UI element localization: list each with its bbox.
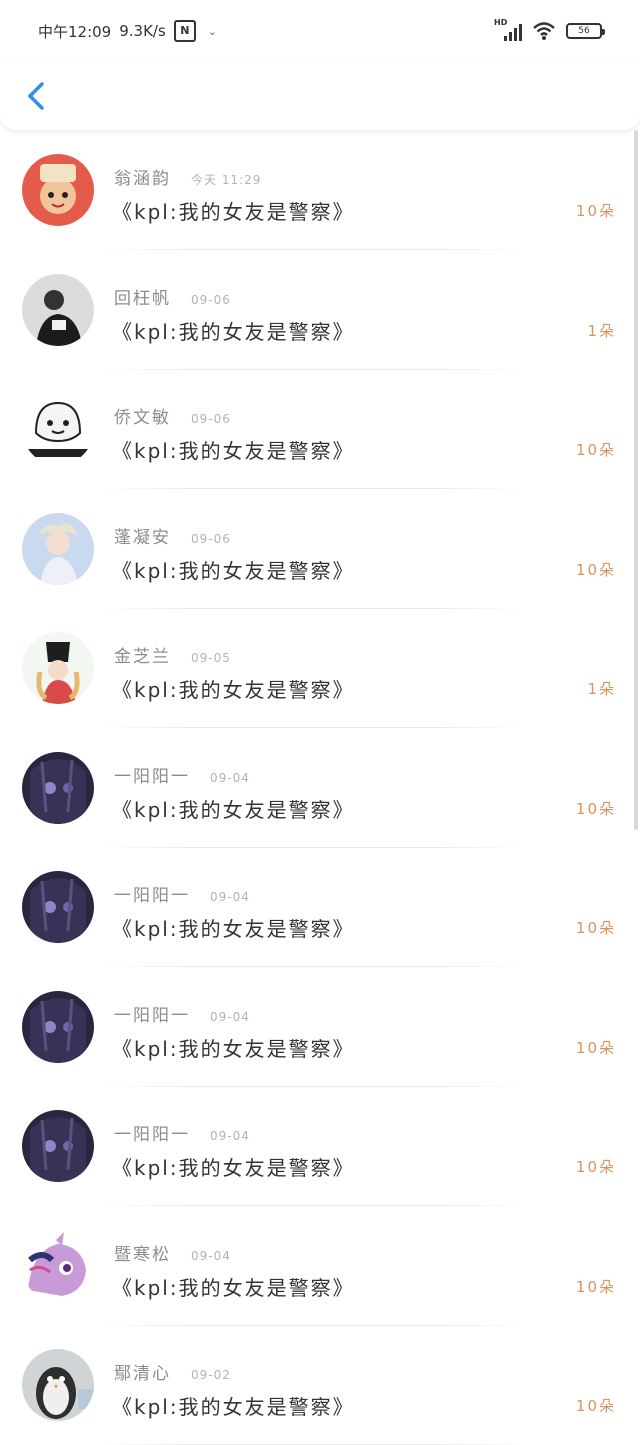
gift-date: 09-04 bbox=[210, 890, 250, 904]
user-name[interactable]: 回枉帆 bbox=[114, 284, 171, 309]
book-title: 《kpl:我的女友是警察》 bbox=[112, 1395, 355, 1419]
avatar[interactable] bbox=[22, 871, 94, 943]
name-line: 一阳阳一 09-04 bbox=[114, 1120, 250, 1145]
user-name[interactable]: 蓬凝安 bbox=[114, 523, 171, 548]
name-line: 一阳阳一 09-04 bbox=[114, 881, 250, 906]
nfc-icon: N bbox=[173, 20, 196, 42]
wifi-icon bbox=[533, 22, 555, 40]
book-title: 《kpl:我的女友是警察》 bbox=[112, 678, 355, 702]
list-item[interactable]: 一阳阳一 09-04 《kpl:我的女友是警察》 10朵 bbox=[0, 847, 632, 967]
gift-date: 09-06 bbox=[191, 531, 231, 546]
gift-date: 09-04 bbox=[210, 770, 250, 785]
avatar[interactable] bbox=[22, 751, 94, 824]
gift-list: 翁涵韵 今天 11:29 《kpl:我的女友是警察》 10朵 回枉帆 09-06… bbox=[0, 130, 632, 1445]
list-item[interactable]: 蓬凝安 09-06 《kpl:我的女友是警察》 10朵 bbox=[0, 489, 632, 609]
name-line: 一阳阳一 09-04 bbox=[114, 762, 250, 787]
gift-date: 09-02 bbox=[191, 1368, 231, 1382]
header bbox=[0, 62, 640, 130]
flower-count: 10朵 bbox=[575, 919, 616, 937]
flower-count: 10朵 bbox=[575, 560, 616, 579]
book-title: 《kpl:我的女友是警察》 bbox=[112, 558, 355, 583]
flower-count: 10朵 bbox=[575, 1277, 616, 1296]
gift-date: 09-06 bbox=[191, 412, 231, 426]
status-time: 中午12:09 bbox=[38, 22, 112, 41]
book-title: 《kpl:我的女友是警察》 bbox=[112, 1275, 355, 1300]
flower-count: 10朵 bbox=[575, 441, 616, 459]
gift-date: 今天 11:29 bbox=[191, 173, 262, 187]
gift-date: 09-04 bbox=[210, 1009, 250, 1024]
gift-date: 09-05 bbox=[191, 651, 231, 665]
signal-icon: HD bbox=[494, 18, 522, 41]
user-name[interactable]: 侨文敏 bbox=[114, 403, 171, 428]
user-name[interactable]: 一阳阳一 bbox=[114, 1120, 190, 1145]
list-item[interactable]: 侨文敏 09-06 《kpl:我的女友是警察》 10朵 bbox=[0, 369, 632, 489]
gift-date: 09-06 bbox=[191, 292, 231, 307]
network-speed: 9.3K/s bbox=[119, 22, 166, 40]
avatar[interactable] bbox=[22, 1110, 94, 1182]
list-item[interactable]: 暨寒松 09-04 《kpl:我的女友是警察》 10朵 bbox=[0, 1206, 632, 1326]
list-item[interactable]: 一阳阳一 09-04 《kpl:我的女友是警察》 10朵 bbox=[0, 967, 632, 1087]
gift-date: 09-04 bbox=[210, 1129, 250, 1143]
avatar[interactable] bbox=[22, 990, 94, 1063]
user-name[interactable]: 一阳阳一 bbox=[114, 1001, 190, 1026]
book-title: 《kpl:我的女友是警察》 bbox=[112, 797, 355, 822]
book-title: 《kpl:我的女友是警察》 bbox=[112, 1156, 355, 1180]
flower-count: 10朵 bbox=[575, 799, 616, 818]
book-title: 《kpl:我的女友是警察》 bbox=[112, 1036, 355, 1061]
list-item[interactable]: 翁涵韵 今天 11:29 《kpl:我的女友是警察》 10朵 bbox=[0, 130, 632, 250]
user-name[interactable]: 金芝兰 bbox=[114, 642, 171, 667]
name-line: 一阳阳一 09-04 bbox=[114, 1001, 250, 1026]
avatar[interactable] bbox=[22, 1229, 94, 1302]
name-line: 金芝兰 09-05 bbox=[114, 642, 231, 667]
flower-count: 10朵 bbox=[575, 1397, 616, 1415]
name-line: 翁涵韵 今天 11:29 bbox=[114, 164, 261, 189]
book-title: 《kpl:我的女友是警察》 bbox=[112, 200, 355, 224]
list-item[interactable]: 回枉帆 09-06 《kpl:我的女友是警察》 1朵 bbox=[0, 250, 632, 370]
book-title: 《kpl:我的女友是警察》 bbox=[112, 917, 355, 941]
battery-icon: 56 bbox=[566, 23, 605, 39]
list-item[interactable]: 一阳阳一 09-04 《kpl:我的女友是警察》 10朵 bbox=[0, 1086, 632, 1206]
scrollbar[interactable] bbox=[634, 130, 638, 830]
avatar[interactable] bbox=[22, 273, 94, 346]
list-item[interactable]: 金芝兰 09-05 《kpl:我的女友是警察》 1朵 bbox=[0, 608, 632, 728]
user-name[interactable]: 一阳阳一 bbox=[114, 762, 190, 787]
user-name[interactable]: 一阳阳一 bbox=[114, 881, 190, 906]
user-name[interactable]: 鄢清心 bbox=[114, 1359, 171, 1384]
battery-level: 56 bbox=[578, 26, 590, 36]
avatar[interactable] bbox=[22, 393, 94, 465]
user-name[interactable]: 翁涵韵 bbox=[114, 164, 171, 189]
gift-date: 09-04 bbox=[191, 1248, 231, 1263]
avatar[interactable] bbox=[22, 154, 94, 226]
avatar[interactable] bbox=[22, 1349, 94, 1421]
flower-count: 1朵 bbox=[587, 680, 616, 698]
chevron-down-icon: ⌄ bbox=[207, 24, 218, 38]
flower-count: 10朵 bbox=[575, 202, 616, 220]
name-line: 鄢清心 09-02 bbox=[114, 1359, 231, 1384]
name-line: 暨寒松 09-04 bbox=[114, 1240, 231, 1265]
status-bar: 中午12:09 9.3K/s N ⌄ HD 56 bbox=[0, 0, 640, 62]
user-name[interactable]: 暨寒松 bbox=[114, 1240, 171, 1265]
name-line: 侨文敏 09-06 bbox=[114, 403, 231, 428]
flower-count: 1朵 bbox=[587, 321, 616, 340]
name-line: 回枉帆 09-06 bbox=[114, 284, 231, 309]
list-item[interactable]: 一阳阳一 09-04 《kpl:我的女友是警察》 10朵 bbox=[0, 728, 632, 848]
book-title: 《kpl:我的女友是警察》 bbox=[112, 319, 355, 344]
list-item[interactable]: 鄢清心 09-02 《kpl:我的女友是警察》 10朵 bbox=[0, 1325, 632, 1445]
avatar[interactable] bbox=[22, 632, 94, 704]
avatar[interactable] bbox=[22, 512, 94, 585]
chevron-left-icon[interactable] bbox=[22, 78, 50, 114]
name-line: 蓬凝安 09-06 bbox=[114, 523, 231, 548]
flower-count: 10朵 bbox=[575, 1038, 616, 1057]
book-title: 《kpl:我的女友是警察》 bbox=[112, 439, 355, 463]
flower-count: 10朵 bbox=[575, 1158, 616, 1176]
